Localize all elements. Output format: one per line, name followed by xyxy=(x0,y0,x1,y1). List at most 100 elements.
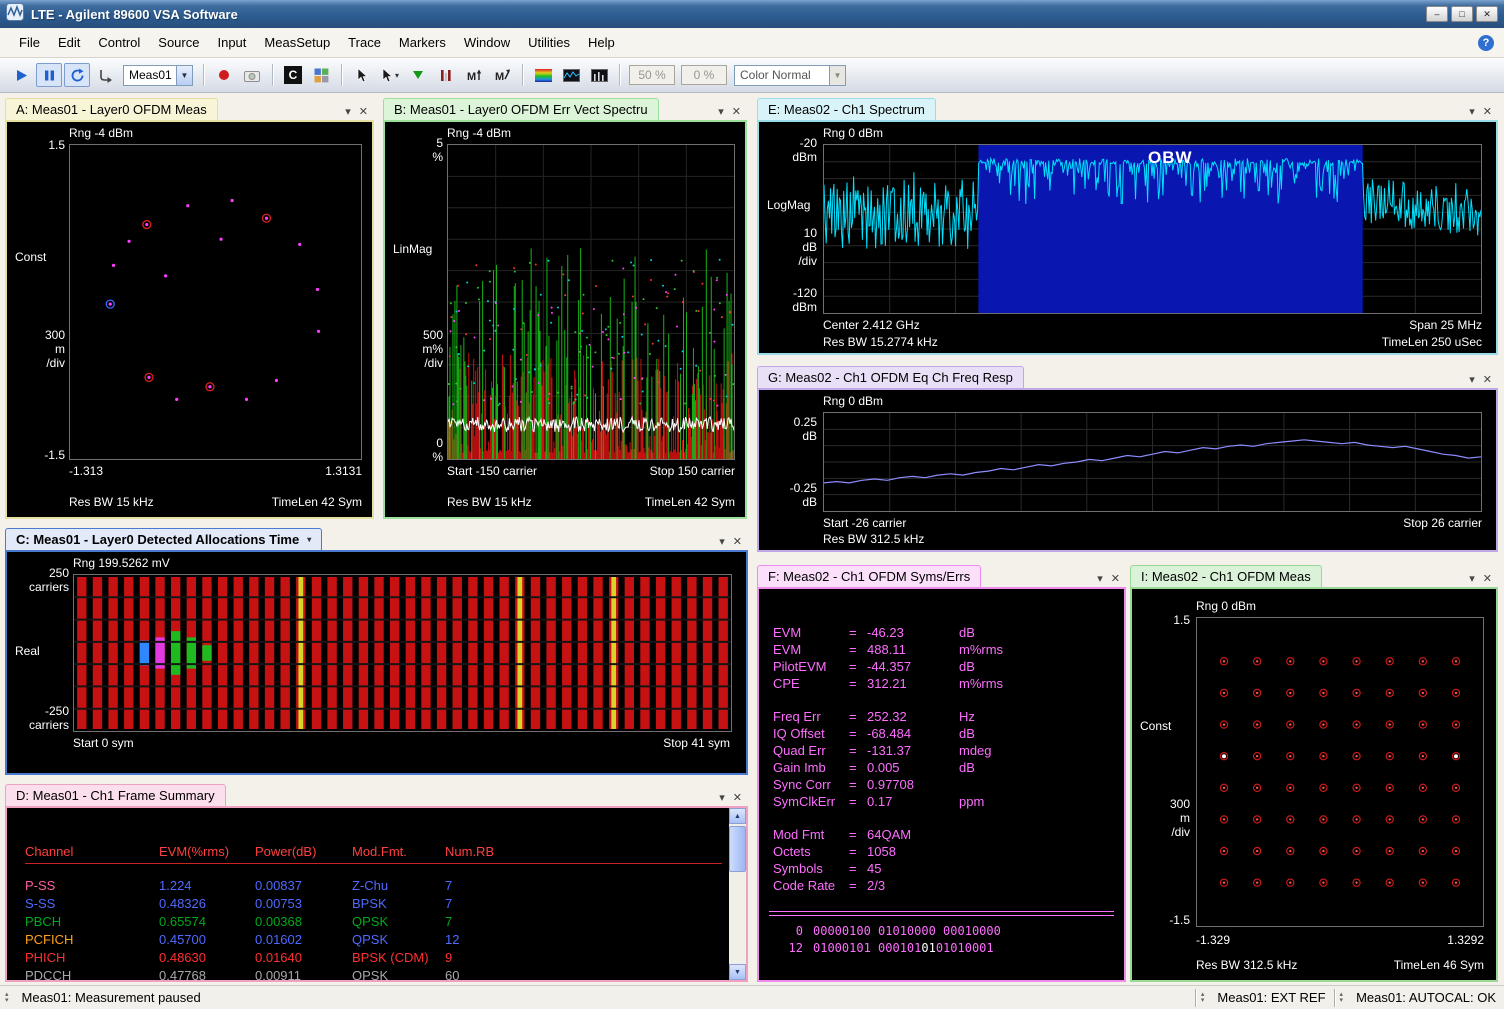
panel-i-ybottom: -1.5 xyxy=(1134,913,1190,927)
percent-field-a[interactable]: 50 % xyxy=(629,65,675,85)
panel-e-tab[interactable]: E: Meas02 - Ch1 Spectrum xyxy=(757,98,936,120)
panel-a-timelen: TimeLen 42 Sym xyxy=(272,495,362,509)
panel-d: D: Meas01 - Ch1 Frame Summary ▾✕ Channel… xyxy=(5,784,748,982)
measurement-select[interactable]: Meas01 ▼ xyxy=(123,65,193,86)
recording-playback-icon[interactable] xyxy=(239,63,265,87)
panel-i-close-icon[interactable]: ✕ xyxy=(1483,574,1492,585)
menu-markers[interactable]: Markers xyxy=(390,30,455,55)
panel-e-close-icon[interactable]: ✕ xyxy=(1483,107,1492,118)
single-sweep-icon[interactable] xyxy=(92,63,118,87)
panel-d-close-icon[interactable]: ✕ xyxy=(733,793,742,804)
panel-g-tab[interactable]: G: Meas02 - Ch1 OFDM Eq Ch Freq Resp xyxy=(757,366,1024,388)
menu-file[interactable]: File xyxy=(10,30,49,55)
panel-b-close-icon[interactable]: ✕ xyxy=(732,107,741,118)
menu-edit[interactable]: Edit xyxy=(49,30,89,55)
panel-g-minimize-icon[interactable]: ▾ xyxy=(1469,375,1475,386)
marker-to-peak-icon[interactable]: M xyxy=(461,63,487,87)
panel-e: E: Meas02 - Ch1 Spectrum ▾✕ Rng 0 dBm -2… xyxy=(757,98,1498,355)
marker-tool-icon[interactable]: ▾ xyxy=(377,63,403,87)
constellation-plot-a[interactable] xyxy=(69,144,362,460)
trace-display-icon[interactable] xyxy=(558,63,584,87)
panel-f-minimize-icon[interactable]: ▾ xyxy=(1097,574,1103,585)
trace-selector-arrow[interactable]: ▾ xyxy=(307,535,311,544)
panel-a-minimize-icon[interactable]: ▾ xyxy=(345,107,351,118)
freq-response-plot[interactable] xyxy=(823,412,1482,512)
panel-g-resbw: Res BW 312.5 kHz xyxy=(823,532,924,546)
constellation-plot-i[interactable] xyxy=(1196,617,1484,927)
table-row: PCFICH0.457000.01602QPSK12 xyxy=(25,930,722,948)
spectrogram-display-icon[interactable] xyxy=(530,63,556,87)
panel-i-minimize-icon[interactable]: ▾ xyxy=(1469,574,1475,585)
panel-e-minimize-icon[interactable]: ▾ xyxy=(1469,107,1475,118)
panel-b-tab[interactable]: B: Meas01 - Layer0 OFDM Err Vect Spectru xyxy=(383,98,659,120)
panel-c-tab[interactable]: C: Meas01 - Layer0 Detected Allocations … xyxy=(5,528,322,550)
readout-row: Octets=1058 xyxy=(759,844,1124,861)
readout-row: CPE=312.21m%rms xyxy=(759,676,1124,693)
marker-search-icon[interactable]: M xyxy=(489,63,515,87)
menu-source[interactable]: Source xyxy=(149,30,208,55)
scroll-track[interactable] xyxy=(729,824,746,964)
spectrum-plot[interactable] xyxy=(823,144,1482,314)
close-button[interactable]: ✕ xyxy=(1476,6,1498,22)
ext-ref-spinner-icon[interactable]: ▴▾ xyxy=(1201,992,1205,1004)
menu-utilities[interactable]: Utilities xyxy=(519,30,579,55)
svg-text:M: M xyxy=(495,71,504,82)
panel-i-title: I: Meas02 - Ch1 OFDM Meas xyxy=(1141,569,1311,584)
panel-e-span: Span 25 MHz xyxy=(1409,318,1482,332)
panel-c-minimize-icon[interactable]: ▾ xyxy=(719,537,725,548)
panel-a: A: Meas01 - Layer0 OFDM Meas ▾✕ Rng -4 d… xyxy=(5,98,374,519)
panel-e-resbw: Res BW 15.2774 kHz xyxy=(823,335,938,349)
scroll-up-icon[interactable]: ▲ xyxy=(729,808,746,824)
menu-help[interactable]: Help xyxy=(579,30,624,55)
menu-input[interactable]: Input xyxy=(208,30,255,55)
grid-c-svg xyxy=(74,575,731,731)
frame-summary-scrollbar[interactable]: ▲ ▼ xyxy=(729,808,746,980)
status-spinner-icon[interactable]: ▴▾ xyxy=(5,992,9,1004)
grid-a-svg xyxy=(70,145,361,459)
panel-i-xmax: 1.3292 xyxy=(1447,933,1484,947)
panel-f-tab[interactable]: F: Meas02 - Ch1 OFDM Syms/Errs xyxy=(757,565,981,587)
color-map-button[interactable]: C xyxy=(280,63,306,87)
panel-a-close-icon[interactable]: ✕ xyxy=(359,107,368,118)
panel-a-tab[interactable]: A: Meas01 - Layer0 OFDM Meas xyxy=(5,98,218,120)
help-icon[interactable]: ? xyxy=(1478,35,1494,51)
restart-button[interactable] xyxy=(64,63,90,87)
panel-g-close-icon[interactable]: ✕ xyxy=(1483,375,1492,386)
panel-i-tab[interactable]: I: Meas02 - Ch1 OFDM Meas xyxy=(1130,565,1322,587)
panel-d-tab[interactable]: D: Meas01 - Ch1 Frame Summary xyxy=(5,784,226,806)
status-ext-ref: Meas01: EXT REF xyxy=(1209,990,1333,1005)
panel-b-xmin: Start -150 carrier xyxy=(447,464,537,478)
menu-trace[interactable]: Trace xyxy=(339,30,390,55)
maximize-button[interactable]: □ xyxy=(1451,6,1473,22)
panel-f-close-icon[interactable]: ✕ xyxy=(1111,574,1120,585)
menu-meassetup[interactable]: MeasSetup xyxy=(255,30,339,55)
panel-d-minimize-icon[interactable]: ▾ xyxy=(719,793,725,804)
scroll-down-icon[interactable]: ▼ xyxy=(729,964,746,980)
scroll-thumb[interactable] xyxy=(729,826,746,872)
band-marker-icon[interactable] xyxy=(433,63,459,87)
bars-display-icon[interactable] xyxy=(586,63,612,87)
percent-field-b[interactable]: 0 % xyxy=(681,65,727,85)
pause-button[interactable] xyxy=(36,63,62,87)
pointer-tool-icon[interactable] xyxy=(349,63,375,87)
play-button[interactable] xyxy=(8,63,34,87)
panel-b-minimize-icon[interactable]: ▾ xyxy=(718,107,724,118)
panel-g-xmin: Start -26 carrier xyxy=(823,516,906,530)
allocations-plot[interactable] xyxy=(73,574,732,732)
panel-c-close-icon[interactable]: ✕ xyxy=(733,537,742,548)
minimize-button[interactable]: – xyxy=(1426,6,1448,22)
panel-c-yaxis: Real xyxy=(15,644,40,658)
menu-control[interactable]: Control xyxy=(89,30,149,55)
record-button[interactable] xyxy=(211,63,237,87)
layout-grid-icon[interactable] xyxy=(308,63,334,87)
menu-window[interactable]: Window xyxy=(455,30,519,55)
readout-row: Sync Corr=0.97708 xyxy=(759,777,1124,794)
marker-peak-icon[interactable] xyxy=(405,63,431,87)
panel-i-header: I: Meas02 - Ch1 OFDM Meas ▾ ✕ xyxy=(1130,565,1498,587)
readout-row: EVM=488.11m%rms xyxy=(759,642,1124,659)
evm-spectrum-plot[interactable] xyxy=(447,144,735,460)
panel-f-body: EVM=-46.23dBEVM=488.11m%rmsPilotEVM=-44.… xyxy=(757,587,1126,982)
color-mode-select[interactable]: Color Normal ▼ xyxy=(734,65,846,86)
autocal-spinner-icon[interactable]: ▴▾ xyxy=(1340,992,1344,1004)
readout-row: EVM=-46.23dB xyxy=(759,625,1124,642)
